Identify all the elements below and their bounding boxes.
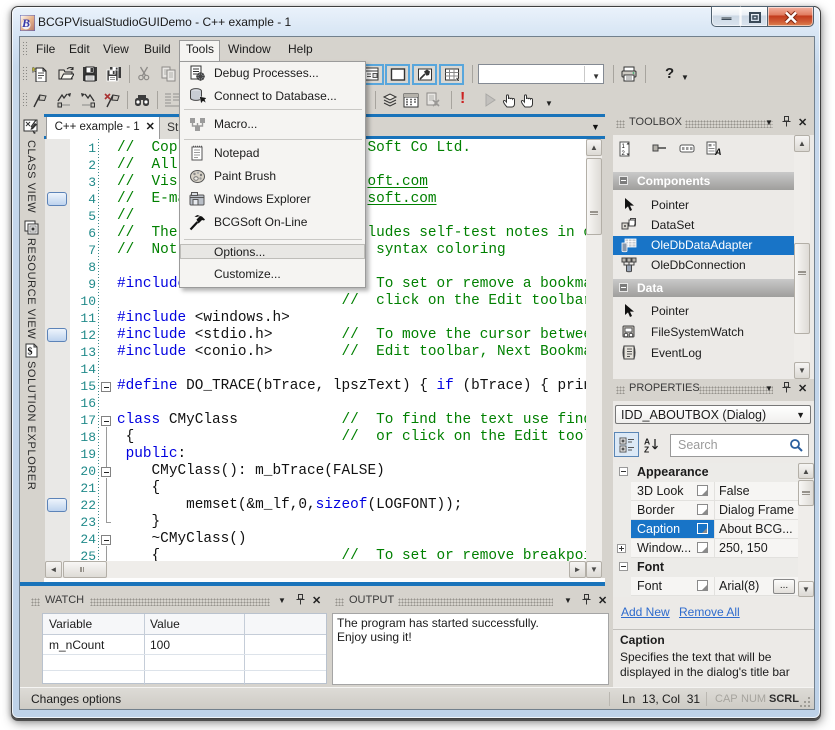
svg-text:A: A [714, 147, 722, 157]
svg-text:$: $ [28, 347, 33, 358]
svg-text:B: B [21, 16, 30, 30]
svg-text:Z: Z [644, 445, 649, 454]
